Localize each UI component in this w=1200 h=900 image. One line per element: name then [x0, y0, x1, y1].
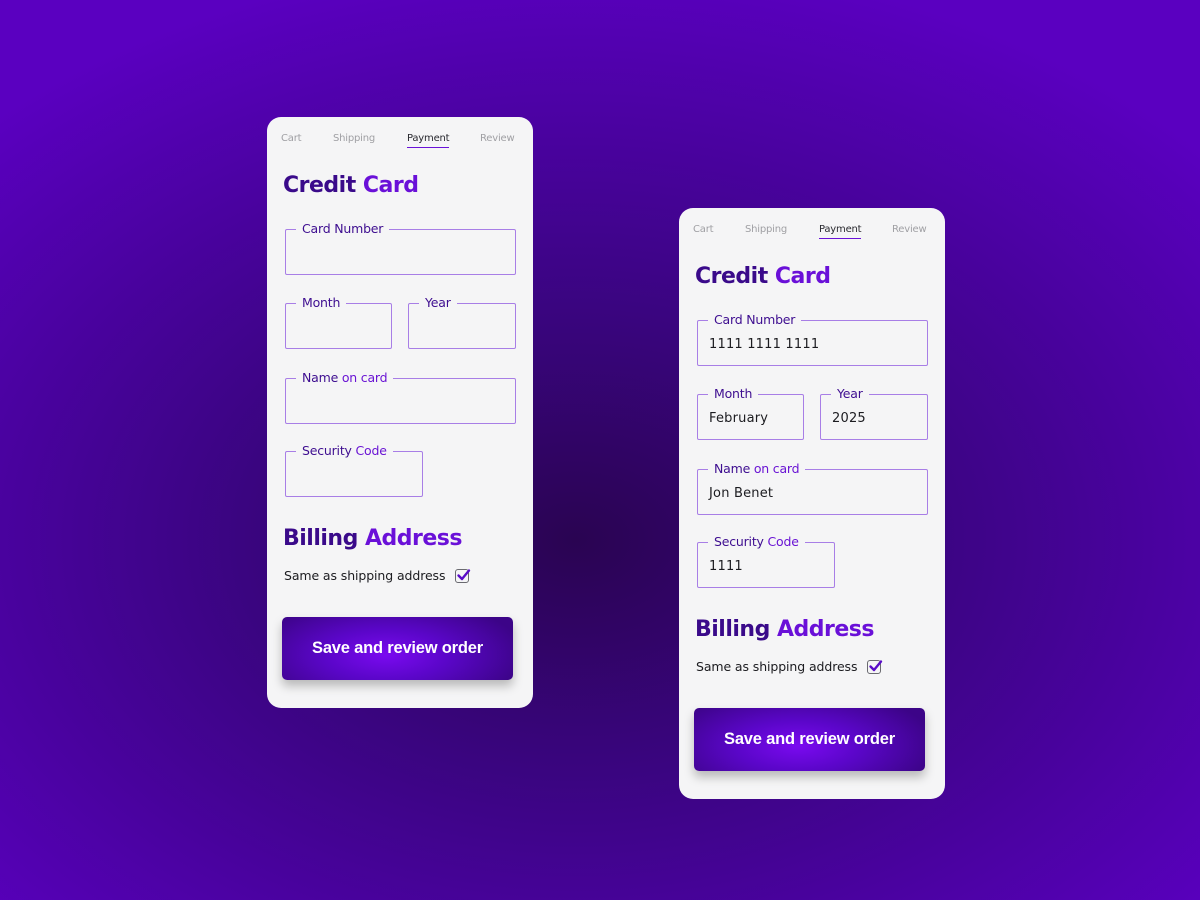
label-text: Year	[425, 295, 451, 310]
year-label: Year	[831, 386, 869, 402]
label-text: Year	[837, 386, 863, 401]
label-text: Month	[302, 295, 341, 310]
heading-part: Credit	[695, 264, 775, 289]
tab-payment[interactable]: Payment	[819, 224, 862, 239]
security-code-label: Security Code	[296, 443, 393, 459]
month-field[interactable]: Month February	[697, 386, 804, 440]
checkout-steps: Cart Shipping Payment Review	[679, 224, 945, 244]
name-on-card-field[interactable]: Name on card Jon Benet	[697, 461, 928, 515]
save-and-review-button[interactable]: Save and review order	[282, 617, 513, 680]
same-as-shipping-row: Same as shipping address	[696, 659, 883, 674]
label-accent: Code	[767, 534, 799, 549]
heading-accent: Card	[774, 264, 831, 289]
same-as-shipping-checkbox[interactable]	[867, 659, 883, 674]
tab-cart[interactable]: Cart	[281, 133, 302, 144]
tab-review[interactable]: Review	[480, 133, 515, 144]
label-text: Security	[714, 534, 768, 549]
security-code-field[interactable]: Security Code	[285, 443, 423, 497]
billing-address-heading: Billing Address	[283, 526, 462, 551]
tab-review[interactable]: Review	[892, 224, 927, 235]
heading-part: Billing	[695, 617, 778, 642]
label-accent: Code	[355, 443, 387, 458]
name-on-card-value: Jon Benet	[709, 486, 774, 501]
month-field[interactable]: Month	[285, 295, 392, 349]
same-as-shipping-label: Same as shipping address	[284, 568, 446, 583]
name-on-card-field[interactable]: Name on card	[285, 370, 516, 424]
same-as-shipping-label: Same as shipping address	[696, 659, 858, 674]
year-field[interactable]: Year	[408, 295, 516, 349]
checkmark-icon	[457, 568, 471, 580]
payment-card-filled: Cart Shipping Payment Review Credit Card…	[679, 208, 945, 799]
name-on-card-label: Name on card	[708, 461, 806, 477]
year-field[interactable]: Year 2025	[820, 386, 928, 440]
heading-accent: Address	[777, 617, 874, 642]
checkout-steps: Cart Shipping Payment Review	[267, 133, 533, 153]
month-value: February	[709, 411, 769, 426]
year-label: Year	[419, 295, 457, 311]
save-and-review-button[interactable]: Save and review order	[694, 708, 925, 771]
card-number-label: Card Number	[708, 312, 802, 328]
checkmark-icon	[869, 659, 883, 671]
card-number-field[interactable]: Card Number 1111 1111 1111	[697, 312, 928, 366]
name-on-card-label: Name on card	[296, 370, 394, 386]
heading-part: Credit	[283, 173, 363, 198]
credit-card-heading: Credit Card	[695, 264, 831, 289]
label-accent: on card	[341, 370, 388, 385]
label-text: Card Number	[714, 312, 796, 327]
month-label: Month	[296, 295, 347, 311]
heading-accent: Address	[365, 526, 462, 551]
billing-address-heading: Billing Address	[695, 617, 874, 642]
label-text: Name	[302, 370, 342, 385]
tab-payment[interactable]: Payment	[407, 133, 450, 148]
card-number-value: 1111 1111 1111	[709, 337, 820, 352]
heading-accent: Card	[362, 173, 419, 198]
label-text: Month	[714, 386, 753, 401]
card-number-label: Card Number	[296, 221, 390, 237]
payment-card-empty: Cart Shipping Payment Review Credit Card…	[267, 117, 533, 708]
label-text: Name	[714, 461, 754, 476]
security-code-field[interactable]: Security Code 1111	[697, 534, 835, 588]
tab-shipping[interactable]: Shipping	[745, 224, 787, 235]
month-label: Month	[708, 386, 759, 402]
label-text: Security	[302, 443, 356, 458]
card-number-field[interactable]: Card Number	[285, 221, 516, 275]
security-code-label: Security Code	[708, 534, 805, 550]
heading-part: Billing	[283, 526, 366, 551]
label-text: Card Number	[302, 221, 384, 236]
security-code-value: 1111	[709, 559, 743, 574]
tab-shipping[interactable]: Shipping	[333, 133, 375, 144]
tab-cart[interactable]: Cart	[693, 224, 714, 235]
credit-card-heading: Credit Card	[283, 173, 419, 198]
same-as-shipping-checkbox[interactable]	[455, 568, 471, 583]
label-accent: on card	[753, 461, 800, 476]
same-as-shipping-row: Same as shipping address	[284, 568, 471, 583]
year-value: 2025	[832, 411, 866, 426]
